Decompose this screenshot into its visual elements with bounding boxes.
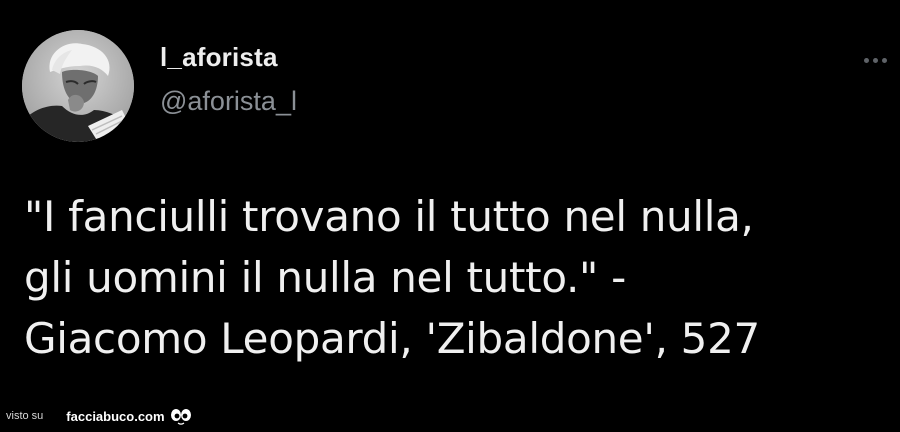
display-name[interactable]: l_aforista <box>160 42 278 73</box>
watermark-site: facciabuco.com <box>66 408 165 424</box>
dot <box>882 57 887 63</box>
watermark-prefix: visto su <box>6 410 44 422</box>
dot <box>864 57 869 63</box>
avatar[interactable] <box>22 30 134 142</box>
dot <box>873 57 878 63</box>
more-options-icon[interactable] <box>864 52 894 68</box>
tweet-card: l_aforista @aforista_l "I fanciulli trov… <box>0 0 900 432</box>
tweet-line: gli uomini il nulla nel tutto." - <box>24 253 626 302</box>
portrait-photo <box>22 30 134 142</box>
tweet-text: "I fanciulli trovano il tutto nel nulla,… <box>24 186 884 369</box>
watermark: visto su facciabuco.com <box>6 405 192 427</box>
facciabuco-eyes-icon <box>170 409 191 425</box>
user-handle[interactable]: @aforista_l <box>160 86 297 117</box>
tweet-line: "I fanciulli trovano il tutto nel nulla, <box>24 192 754 241</box>
tweet-line: Giacomo Leopardi, 'Zibaldone', 527 <box>24 314 760 363</box>
